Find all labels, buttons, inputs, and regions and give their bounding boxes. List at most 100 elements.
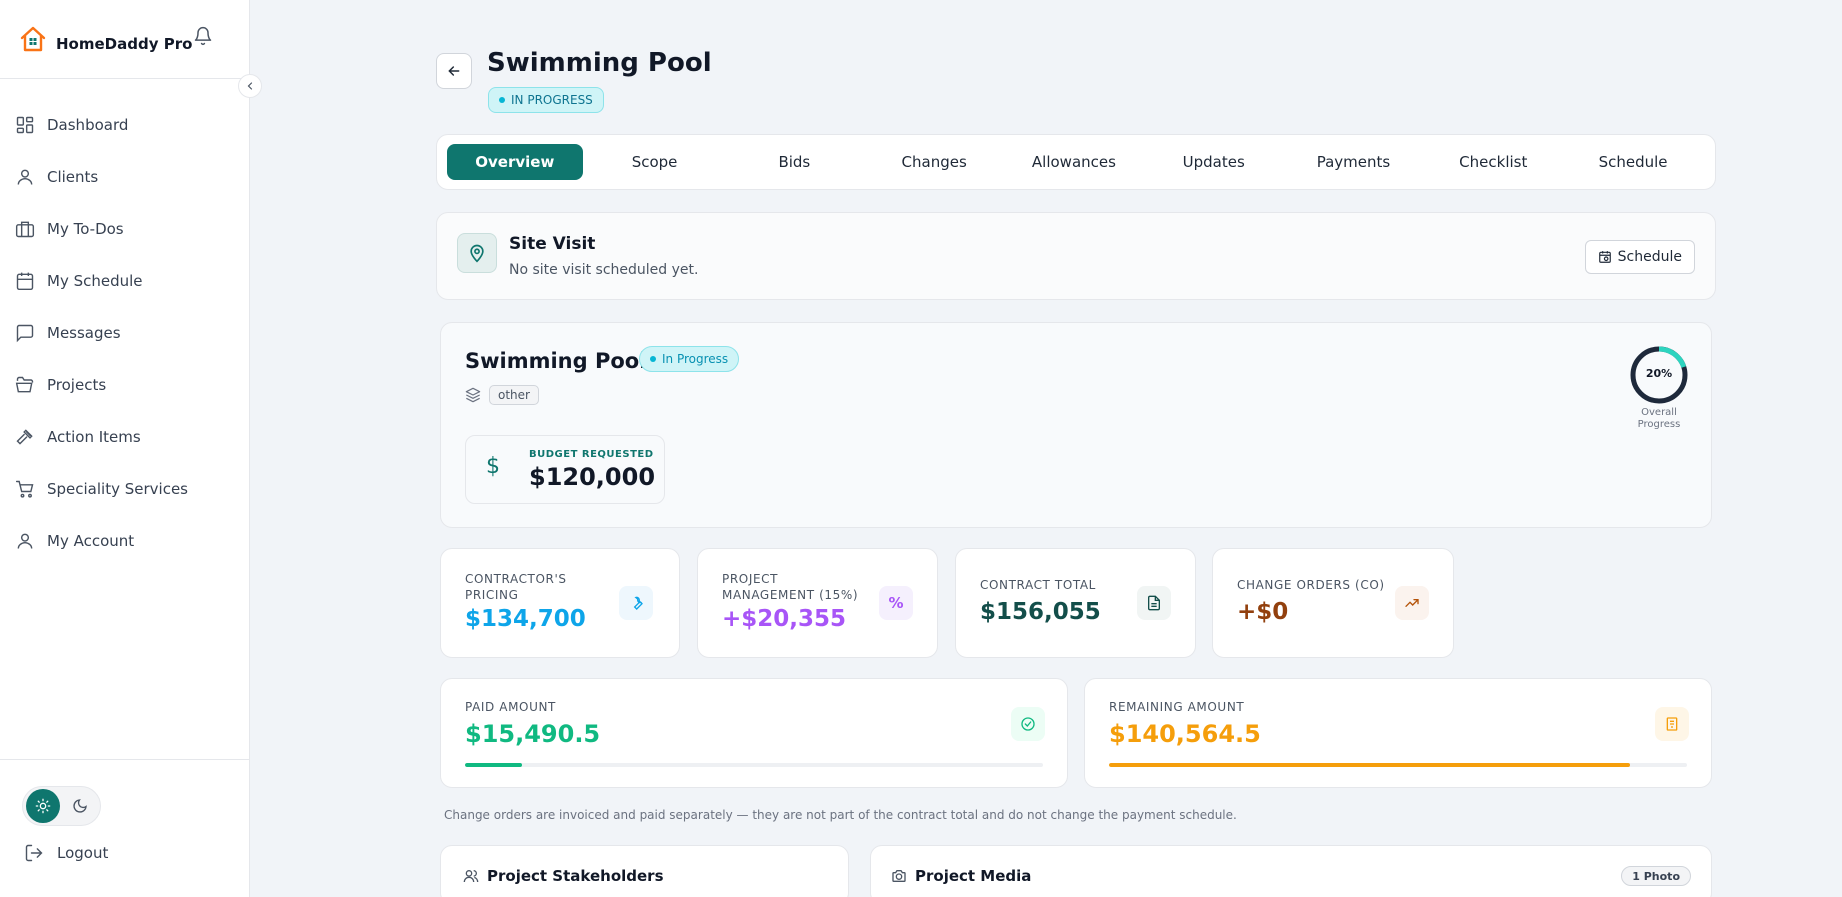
tab-schedule[interactable]: Schedule xyxy=(1565,144,1701,180)
remaining-label: REMAINING AMOUNT xyxy=(1109,700,1245,714)
sidebar-item-projects[interactable]: Projects xyxy=(0,359,249,411)
remaining-progress-fill xyxy=(1109,763,1630,767)
project-category: other xyxy=(465,385,539,405)
calendar-clock-icon xyxy=(1598,250,1612,264)
map-pin-icon xyxy=(457,233,497,273)
status-dot xyxy=(650,356,656,362)
change-orders-card: CHANGE ORDERS (CO) +$0 xyxy=(1212,548,1454,658)
project-media-card: Project Media 1 Photo xyxy=(870,845,1712,897)
camera-icon xyxy=(891,868,907,884)
theme-toggle[interactable] xyxy=(22,786,101,826)
briefcase-icon xyxy=(14,218,36,240)
project-stakeholders-card: Project Stakeholders xyxy=(440,845,849,897)
stakeholders-title-text: Project Stakeholders xyxy=(487,867,664,885)
sidebar-item-my-account[interactable]: My Account xyxy=(0,515,249,567)
project-status-badge: In Progress xyxy=(639,346,740,372)
sidebar-item-label: Speciality Services xyxy=(47,480,188,498)
user-icon xyxy=(14,166,36,188)
receipt-icon xyxy=(1655,707,1689,741)
stat-label-line2: MANAGEMENT (15%) xyxy=(722,588,859,602)
tab-allowances[interactable]: Allowances xyxy=(1006,144,1142,180)
sidebar-item-messages[interactable]: Messages xyxy=(0,307,249,359)
light-mode-button[interactable] xyxy=(26,789,60,823)
users-icon xyxy=(463,868,479,884)
progress-label-line1: Overall xyxy=(1641,407,1677,418)
back-button[interactable] xyxy=(436,53,472,89)
project-title: Swimming Pool xyxy=(465,349,647,373)
folder-icon xyxy=(14,374,36,396)
message-icon xyxy=(14,322,36,344)
sidebar-item-label: Clients xyxy=(47,168,99,186)
tab-overview[interactable]: Overview xyxy=(447,144,583,180)
sidebar-item-dashboard[interactable]: Dashboard xyxy=(0,99,249,151)
stat-value: $134,700 xyxy=(465,606,586,632)
media-title: Project Media xyxy=(891,867,1031,885)
paid-progress-bar xyxy=(465,763,1043,767)
tab-bar: Overview Scope Bids Changes Allowances U… xyxy=(436,134,1716,190)
sidebar-item-clients[interactable]: Clients xyxy=(0,151,249,203)
status-text: IN PROGRESS xyxy=(511,93,593,107)
sidebar-item-label: Messages xyxy=(47,324,121,342)
tab-checklist[interactable]: Checklist xyxy=(1425,144,1561,180)
progress-percent: 20% xyxy=(1645,367,1673,380)
stat-label: CHANGE ORDERS (CO) xyxy=(1237,578,1385,592)
logout-button[interactable]: Logout xyxy=(24,843,108,863)
sidebar-item-speciality-services[interactable]: Speciality Services xyxy=(0,463,249,515)
photo-count-badge: 1 Photo xyxy=(1621,866,1691,886)
document-icon xyxy=(1137,586,1171,620)
stat-value: +$20,355 xyxy=(722,606,847,632)
project-summary-card: Swimming Pool In Progress other $ BUDGET… xyxy=(440,322,1712,528)
arrow-left-icon xyxy=(446,63,462,79)
remaining-value: $140,564.5 xyxy=(1109,720,1261,748)
sidebar-item-action-items[interactable]: Action Items xyxy=(0,411,249,463)
category-tag: other xyxy=(489,385,539,405)
stakeholders-title: Project Stakeholders xyxy=(463,867,664,885)
house-logo-icon xyxy=(18,24,48,54)
brand[interactable]: HomeDaddy Pro xyxy=(0,0,249,79)
stat-label: CONTRACTOR'S PRICING xyxy=(465,571,567,603)
site-visit-title: Site Visit xyxy=(509,234,596,254)
tab-changes[interactable]: Changes xyxy=(866,144,1002,180)
stat-value: $156,055 xyxy=(980,599,1101,625)
sidebar-item-label: Dashboard xyxy=(47,116,129,134)
site-visit-subtitle: No site visit scheduled yet. xyxy=(509,262,699,278)
sidebar-item-label: Projects xyxy=(47,376,107,394)
sidebar-item-my-todos[interactable]: My To-Dos xyxy=(0,203,249,255)
brand-name: HomeDaddy Pro xyxy=(56,35,193,53)
stat-label-line1: CONTRACTOR'S xyxy=(465,572,567,586)
tab-updates[interactable]: Updates xyxy=(1146,144,1282,180)
stat-label-line1: PROJECT xyxy=(722,572,779,586)
paid-value: $15,490.5 xyxy=(465,720,601,748)
stat-value: +$0 xyxy=(1237,599,1289,625)
status-badge: IN PROGRESS xyxy=(488,87,604,113)
paid-amount-card: PAID AMOUNT $15,490.5 xyxy=(440,678,1068,788)
project-management-card: PROJECT MANAGEMENT (15%) +$20,355 % xyxy=(697,548,938,658)
percent-icon: % xyxy=(879,586,913,620)
page-title: Swimming Pool xyxy=(487,48,712,78)
tab-bids[interactable]: Bids xyxy=(727,144,863,180)
contract-total-card: CONTRACT TOTAL $156,055 xyxy=(955,548,1196,658)
sidebar-item-my-schedule[interactable]: My Schedule xyxy=(0,255,249,307)
chevron-left-icon xyxy=(244,80,256,92)
dark-mode-button[interactable] xyxy=(64,789,98,823)
cart-icon xyxy=(14,478,36,500)
paid-progress-fill xyxy=(465,763,523,767)
collapse-sidebar-button[interactable] xyxy=(238,74,262,98)
sidebar: HomeDaddy Pro Dashboard Clients My To-Do… xyxy=(0,0,262,897)
sidebar-footer: Logout xyxy=(0,759,249,897)
moon-icon xyxy=(72,798,88,814)
project-status-text: In Progress xyxy=(662,352,729,366)
bell-icon[interactable] xyxy=(193,26,213,50)
budget-requested-box: $ BUDGET REQUESTED $120,000 xyxy=(465,435,665,504)
status-dot xyxy=(499,97,505,103)
sidebar-nav: Dashboard Clients My To-Dos My Schedule … xyxy=(0,99,249,567)
schedule-button-label: Schedule xyxy=(1617,249,1682,265)
wrench-icon xyxy=(619,586,653,620)
calendar-icon xyxy=(14,270,36,292)
site-visit-card: Site Visit No site visit scheduled yet. … xyxy=(436,212,1716,300)
schedule-button[interactable]: Schedule xyxy=(1584,240,1695,274)
stat-label: CONTRACT TOTAL xyxy=(980,578,1096,592)
tab-payments[interactable]: Payments xyxy=(1286,144,1422,180)
dashboard-icon xyxy=(14,114,36,136)
tab-scope[interactable]: Scope xyxy=(587,144,723,180)
